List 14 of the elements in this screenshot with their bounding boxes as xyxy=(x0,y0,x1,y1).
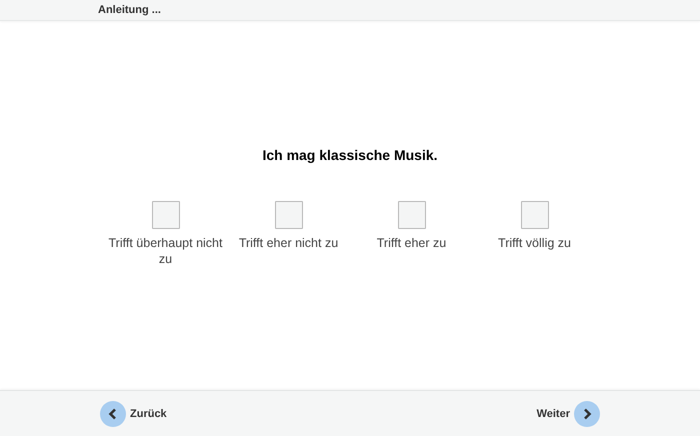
answer-label: Trifft völlig zu xyxy=(498,235,571,251)
chevron-left-icon xyxy=(100,400,126,426)
header-title: Anleitung ... xyxy=(98,4,161,16)
answer-checkbox[interactable] xyxy=(274,201,302,229)
question-text: Ich mag klassische Musik. xyxy=(262,147,438,163)
back-button[interactable]: Zurück xyxy=(100,400,167,426)
answer-label: Trifft eher nicht zu xyxy=(238,235,338,251)
answer-checkbox[interactable] xyxy=(398,201,426,229)
chevron-right-icon xyxy=(574,400,600,426)
answer-label: Trifft überhaupt nicht zu xyxy=(108,235,224,267)
next-button[interactable]: Weiter xyxy=(536,400,600,426)
answer-label: Trifft eher zu xyxy=(376,235,446,251)
answer-checkbox[interactable] xyxy=(152,201,180,229)
answer-checkbox[interactable] xyxy=(520,201,548,229)
